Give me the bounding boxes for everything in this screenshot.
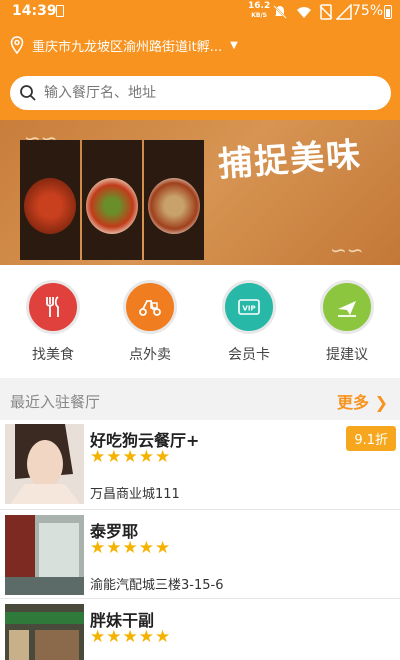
section-title: 最近入驻餐厅	[10, 393, 101, 411]
restaurant-row[interactable]: 泰罗耶 ★★★★★ 渝能汽配城三楼3-15-6	[0, 511, 400, 599]
restaurant-list: 好吃狗云餐厅+ ★★★★★ 万昌商业城111 9.1折 泰罗耶 ★★★★★ 渝能…	[0, 420, 400, 660]
category-label: 提建议	[326, 347, 368, 363]
restaurant-photo	[5, 424, 84, 504]
restaurant-photo	[5, 515, 84, 595]
sim-card-icon	[56, 5, 64, 17]
wifi-icon	[297, 7, 311, 18]
food-photo	[82, 140, 142, 260]
restaurant-photo	[5, 604, 84, 660]
restaurant-row[interactable]: 胖妹干副 ★★★★★	[0, 600, 400, 660]
category-member-card[interactable]: VIP 会员卡	[211, 280, 287, 364]
no-signal-icon	[336, 4, 352, 20]
restaurant-address: 万昌商业城111	[90, 487, 180, 502]
header: 重庆市九龙坡区渝州路街道it孵... ▼	[0, 24, 400, 120]
category-label: 点外卖	[129, 347, 171, 363]
recent-restaurants-header: 最近入驻餐厅 更多 ❯	[0, 384, 400, 418]
battery-icon	[384, 5, 392, 19]
vip-card-icon: VIP	[222, 280, 276, 334]
status-bar: 14:39 16.2 KB/S 75%	[0, 0, 400, 24]
svg-text:VIP: VIP	[242, 305, 255, 313]
category-grid: 找美食 点外卖 VIP 会员卡 提建议	[0, 265, 400, 378]
location-text: 重庆市九龙坡区渝州路街道it孵...	[32, 39, 223, 55]
restaurant-row[interactable]: 好吃狗云餐厅+ ★★★★★ 万昌商业城111 9.1折	[0, 420, 400, 510]
more-link[interactable]: 更多 ❯	[337, 389, 388, 413]
mute-bell-icon	[273, 5, 287, 19]
location-pin-icon	[10, 36, 24, 54]
rating-stars: ★★★★★	[90, 538, 172, 558]
network-speed: 16.2 KB/S	[248, 2, 270, 20]
category-takeout[interactable]: 点外卖	[112, 280, 188, 364]
promo-banner[interactable]: ∽∽ ∽∽ 捕捉美味	[0, 120, 400, 265]
caret-down-icon: ▼	[230, 39, 238, 51]
scooter-icon	[123, 280, 177, 334]
paper-plane-icon	[320, 280, 374, 334]
food-photo	[20, 140, 80, 260]
network-speed-value: 16.2	[248, 1, 271, 11]
category-label: 会员卡	[228, 347, 270, 363]
banner-slogan: 捕捉美味	[217, 135, 364, 185]
restaurant-address: 渝能汽配城三楼3-15-6	[90, 578, 224, 593]
location-selector[interactable]: 重庆市九龙坡区渝州路街道it孵... ▼	[10, 34, 238, 56]
status-time: 14:39	[12, 3, 57, 19]
cloud-ornament-icon: ∽∽	[330, 238, 364, 262]
category-label: 找美食	[32, 347, 74, 363]
search-icon	[20, 85, 36, 101]
network-speed-unit: KB/S	[251, 12, 267, 19]
no-sim-icon	[319, 4, 333, 20]
battery-percent: 75%	[352, 3, 384, 19]
discount-badge: 9.1折	[346, 426, 396, 451]
search-input[interactable]	[44, 83, 374, 103]
search-bar[interactable]	[10, 76, 391, 110]
rating-stars: ★★★★★	[90, 447, 172, 467]
category-find-food[interactable]: 找美食	[15, 280, 91, 364]
rating-stars: ★★★★★	[90, 627, 172, 647]
more-label: 更多	[337, 393, 370, 412]
fork-knife-icon	[26, 280, 80, 334]
category-suggestion[interactable]: 提建议	[309, 280, 385, 364]
food-photo	[144, 140, 204, 260]
